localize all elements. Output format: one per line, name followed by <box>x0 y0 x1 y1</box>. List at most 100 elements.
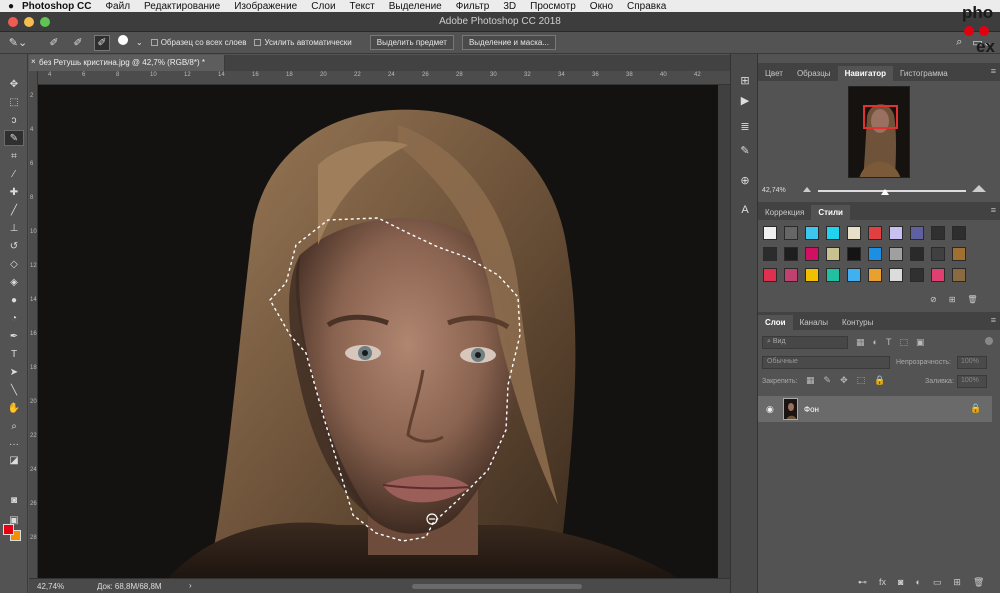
layer-name[interactable]: Фон <box>804 405 819 414</box>
menu-view[interactable]: Просмотр <box>530 1 576 12</box>
auto-enhance-checkbox[interactable]: Усилить автоматически <box>254 38 352 47</box>
style-swatch[interactable] <box>910 247 924 261</box>
style-swatch[interactable] <box>931 268 945 282</box>
blend-mode-select[interactable]: Обычные <box>762 356 890 369</box>
layer-filter-kind[interactable]: ⌕ Вид <box>762 336 848 349</box>
zoom-in-icon[interactable] <box>972 185 986 192</box>
style-swatch[interactable] <box>784 226 798 240</box>
type-filter-icon[interactable]: T <box>886 337 892 348</box>
line-tool-icon[interactable]: ╲ <box>4 382 24 398</box>
tab-layers[interactable]: Слои <box>758 315 793 330</box>
style-swatch[interactable] <box>784 247 798 261</box>
zoom-level[interactable]: 42,74% <box>37 582 64 591</box>
style-swatch[interactable] <box>847 247 861 261</box>
brushes-panel-icon[interactable]: ✎ <box>737 144 753 158</box>
style-swatch[interactable] <box>952 268 966 282</box>
gradient-tool-icon[interactable]: ◈ <box>4 274 24 290</box>
navigator-thumbnail[interactable] <box>848 86 910 178</box>
delete-style-icon[interactable]: 🗑 <box>967 295 977 304</box>
character-panel-icon[interactable]: A <box>737 204 753 218</box>
style-swatch[interactable] <box>805 226 819 240</box>
style-swatch[interactable] <box>784 268 798 282</box>
menu-file[interactable]: Файл <box>105 1 130 12</box>
layer-thumbnail[interactable] <box>783 398 798 420</box>
zoom-out-icon[interactable] <box>803 187 811 192</box>
quick-selection-tool-preset-icon[interactable]: ✎⌄ <box>9 35 27 51</box>
style-swatch[interactable] <box>763 268 777 282</box>
navigator-zoom-value[interactable]: 42,74% <box>762 187 786 194</box>
new-selection-brush-icon[interactable]: ✐ <box>46 35 62 51</box>
delete-layer-icon[interactable]: 🗑 <box>973 577 984 588</box>
tab-styles[interactable]: Стили <box>811 205 850 220</box>
horizontal-scrollbar[interactable] <box>412 584 582 589</box>
menu-filter[interactable]: Фильтр <box>456 1 490 12</box>
menu-image[interactable]: Изображение <box>234 1 297 12</box>
brush-dropdown-chevron-icon[interactable]: ⌄ <box>136 38 143 47</box>
dodge-tool-icon[interactable]: ◔ <box>4 310 24 326</box>
quick-mask-icon[interactable]: ◙ <box>4 492 24 508</box>
new-layer-icon[interactable]: ⊞ <box>953 577 961 588</box>
style-swatch[interactable] <box>910 268 924 282</box>
style-swatch[interactable] <box>763 226 777 240</box>
select-and-mask-button[interactable]: Выделение и маска... <box>461 35 556 50</box>
tab-histogram[interactable]: Гистограмма <box>893 66 955 81</box>
adjustment-filter-icon[interactable]: ◐ <box>873 337 878 348</box>
style-swatch[interactable] <box>910 226 924 240</box>
menu-app-name[interactable]: Photoshop CC <box>22 1 91 12</box>
layer-lock-icon[interactable]: 🔒 <box>970 403 981 414</box>
style-swatch[interactable] <box>868 226 882 240</box>
style-swatch[interactable] <box>805 268 819 282</box>
path-selection-tool-icon[interactable]: ➤ <box>4 364 24 380</box>
panel-menu-icon[interactable]: ≡ <box>991 315 996 325</box>
move-tool-icon[interactable]: ✥ <box>4 76 24 92</box>
style-swatch[interactable] <box>889 226 903 240</box>
menu-layers[interactable]: Слои <box>311 1 335 12</box>
tab-channels[interactable]: Каналы <box>793 315 835 330</box>
history-brush-tool-icon[interactable]: ↺ <box>4 238 24 254</box>
navigator-zoom-knob[interactable] <box>881 189 889 195</box>
style-swatch[interactable] <box>805 247 819 261</box>
style-swatch[interactable] <box>952 226 966 240</box>
tab-adjustments[interactable]: Коррекция <box>758 205 811 220</box>
new-adjustment-layer-icon[interactable]: ◐ <box>915 577 920 588</box>
lasso-tool-icon[interactable]: ↄ <box>4 112 24 128</box>
menu-select[interactable]: Выделение <box>389 1 442 12</box>
style-swatch[interactable] <box>889 247 903 261</box>
quick-selection-tool-icon[interactable]: ✎ <box>4 130 24 146</box>
opacity-input[interactable]: 100% <box>957 356 987 369</box>
lock-all-icon[interactable]: 🔒 <box>874 375 885 386</box>
pixel-filter-icon[interactable]: ▦ <box>856 337 865 348</box>
link-layers-icon[interactable]: ⊷ <box>858 577 867 588</box>
add-to-selection-brush-icon[interactable]: ✐ <box>70 35 86 51</box>
default-colors-icon[interactable]: ◪ <box>4 452 24 468</box>
zoom-tool-icon[interactable]: ⌕ <box>4 418 24 434</box>
pen-tool-icon[interactable]: ✒ <box>4 328 24 344</box>
menu-type[interactable]: Текст <box>350 1 375 12</box>
style-swatch[interactable] <box>826 268 840 282</box>
status-menu-icon[interactable]: › <box>189 581 192 590</box>
subtract-from-selection-brush-icon[interactable]: ✐ <box>94 34 110 51</box>
tab-paths[interactable]: Контуры <box>835 315 880 330</box>
layer-style-icon[interactable]: fx <box>879 577 886 588</box>
style-swatch[interactable] <box>826 226 840 240</box>
crop-tool-icon[interactable]: ⌗ <box>4 148 24 164</box>
sample-all-layers-checkbox[interactable]: Образец со всех слоев <box>150 38 246 47</box>
brush-size-preview[interactable] <box>118 34 128 45</box>
apple-icon[interactable]: ● <box>0 1 22 12</box>
vertical-scrollbar[interactable] <box>718 85 730 578</box>
layer-filter-toggle[interactable] <box>985 337 993 345</box>
type-tool-icon[interactable]: T <box>4 346 24 362</box>
style-swatch[interactable] <box>847 226 861 240</box>
style-swatch[interactable] <box>826 247 840 261</box>
menu-help[interactable]: Справка <box>627 1 666 12</box>
new-group-icon[interactable]: ▭ <box>933 577 942 588</box>
clone-stamp-tool-icon[interactable]: ⊥ <box>4 220 24 236</box>
eyedropper-tool-icon[interactable]: ⁄ <box>4 166 24 182</box>
style-swatch[interactable] <box>847 268 861 282</box>
eraser-tool-icon[interactable]: ◇ <box>4 256 24 272</box>
style-swatch[interactable] <box>868 247 882 261</box>
panel-menu-icon[interactable]: ≡ <box>991 66 996 76</box>
foreground-color-swatch[interactable] <box>3 524 14 535</box>
actions-panel-icon[interactable]: ▶ <box>737 94 753 108</box>
shape-filter-icon[interactable]: ⬚ <box>899 337 908 348</box>
